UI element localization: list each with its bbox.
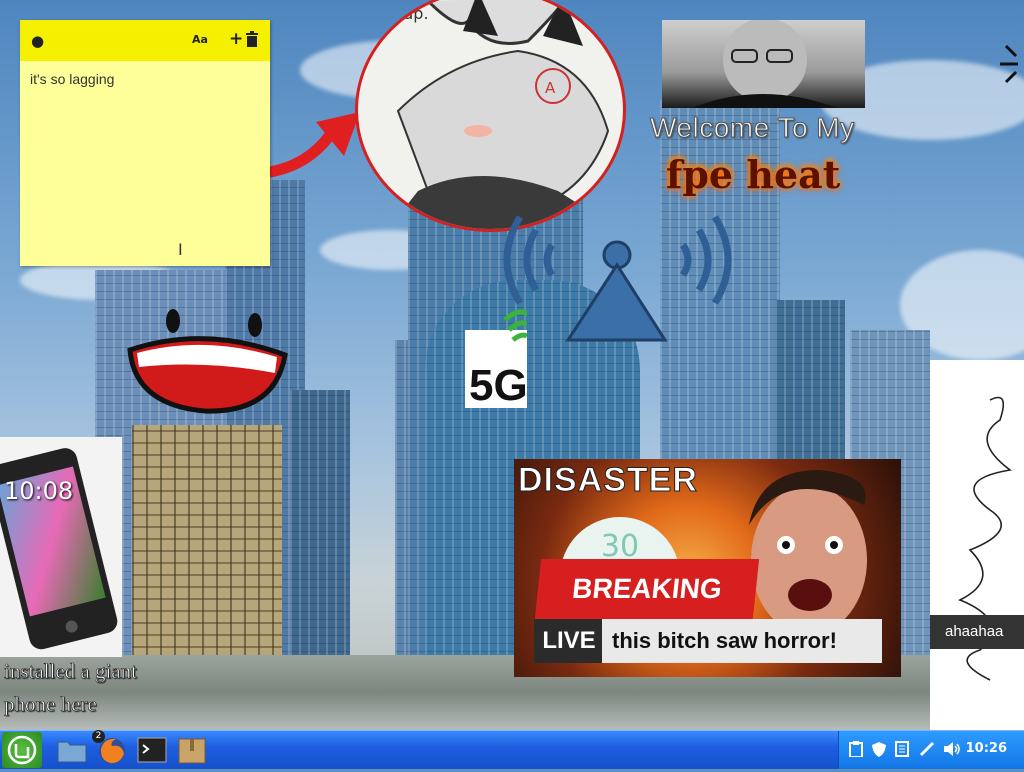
wifi-signal-icon — [500, 215, 735, 349]
tan-building — [132, 425, 282, 660]
notes-icon[interactable] — [895, 741, 909, 761]
terminal-button[interactable] — [136, 734, 168, 766]
firefox-button[interactable]: 2 — [92, 730, 128, 766]
phone-caption-line2: phone here — [4, 692, 97, 717]
terminal-icon — [137, 737, 167, 763]
red-arrow — [264, 110, 368, 184]
files-icon — [57, 741, 87, 763]
scribble-label: ahaahaa — [930, 615, 1024, 649]
phone-clock: 10:08 — [4, 477, 74, 505]
phone-caption: installed a giant phone here — [4, 655, 138, 721]
text-cursor-icon: I — [178, 240, 183, 259]
add-note-icon[interactable]: + — [229, 29, 243, 49]
skyscraper — [290, 390, 350, 660]
5g-icon: 5G — [465, 300, 531, 410]
fire-text: fpe heat — [666, 152, 841, 197]
font-size-icon[interactable]: Aa — [192, 33, 208, 46]
start-menu-button[interactable] — [2, 732, 42, 768]
sticky-note-text[interactable]: it's so lagging — [20, 61, 270, 97]
svg-text:A: A — [545, 79, 556, 97]
5g-label: 5G — [469, 361, 527, 408]
clipboard-icon[interactable] — [849, 741, 863, 761]
color-drop-icon[interactable]: ● — [31, 32, 44, 50]
smiling-face — [125, 305, 290, 419]
news-thumbnail: DISASTER 30 BREAKING NEWS LIVE this bitc… — [514, 459, 901, 677]
menu-icon — [7, 735, 37, 765]
news-headline: DISASTER — [518, 461, 698, 500]
shield-icon[interactable] — [871, 741, 887, 762]
spark-icon — [1000, 44, 1018, 84]
phone-image: 10:08 — [0, 437, 122, 657]
archive-icon — [178, 738, 206, 764]
portrait-image — [662, 18, 865, 108]
firefox-badge: 2 — [92, 730, 105, 743]
clock[interactable]: 10:26 — [966, 741, 1007, 756]
scribble-image — [930, 360, 1024, 730]
taskbar: 2 10:26 — [0, 730, 1024, 769]
pen-icon[interactable] — [919, 741, 935, 761]
breaking-news-banner: BREAKING NEWS — [534, 559, 760, 664]
volume-icon[interactable] — [943, 741, 961, 761]
phone-caption-line1: installed a giant — [4, 659, 138, 684]
system-tray: 10:26 — [838, 731, 1024, 769]
sticky-note[interactable]: ● Aa + it's so lagging I — [20, 20, 270, 266]
welcome-text: Welcome To My — [650, 112, 855, 144]
news-ticker: this bitch saw horror! — [602, 619, 882, 663]
sticky-note-titlebar[interactable]: ● Aa + — [20, 20, 270, 61]
archive-button[interactable] — [176, 734, 208, 766]
trash-icon[interactable] — [245, 31, 259, 51]
files-button[interactable] — [56, 734, 88, 766]
live-label: LIVE — [534, 619, 604, 663]
